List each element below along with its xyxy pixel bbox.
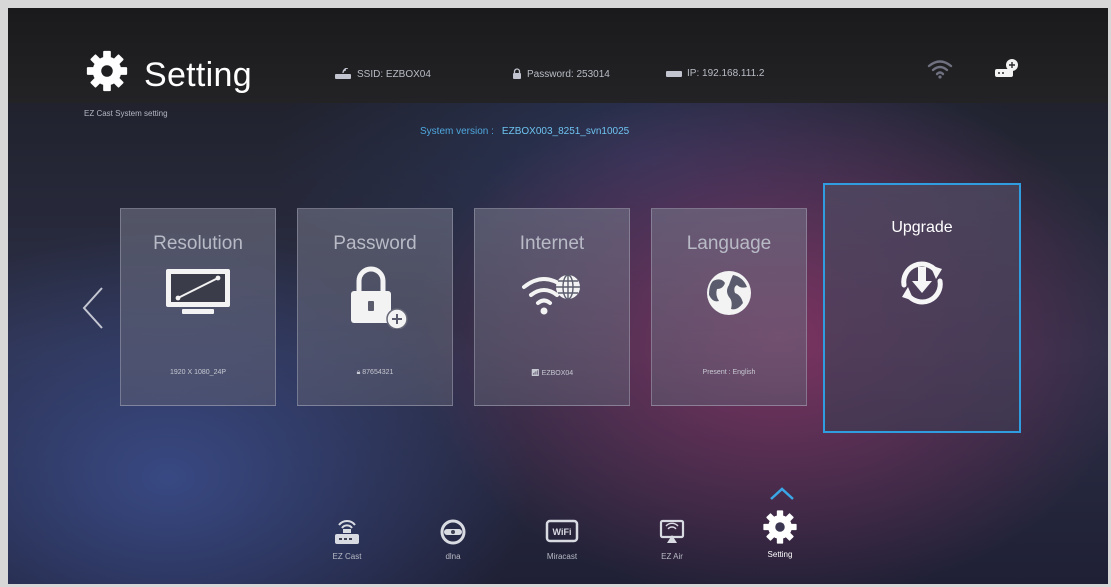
password-text: Password: 253014 [527,68,610,80]
upgrade-icon [901,261,943,305]
ssid-text: SSID: EZBOX04 [357,68,431,80]
dock-ez-air[interactable]: EZ Air [642,506,702,561]
card-title: Password [333,233,417,254]
chevron-up-icon [770,487,794,500]
dlna-icon [440,519,466,545]
card-value: 🔒︎ 87654321 [298,369,452,377]
dock-dlna[interactable]: dlna [423,506,483,561]
wifi-globe-icon [522,274,580,315]
ip-text: IP: 192.168.111.2 [687,68,765,79]
dock-ez-cast[interactable]: EZ Cast [317,506,377,561]
system-version: System version : EZBOX003_8251_svn10025 [420,126,629,137]
card-title: Resolution [153,233,243,254]
wifi-icon: 📶︎ [530,370,540,377]
ip-status: IP: 192.168.111.2 [666,68,764,79]
card-title: Internet [519,233,585,254]
chevron-left-icon[interactable] [80,286,106,330]
router-icon [335,520,359,544]
ssid-status: SSID: EZBOX04 [334,68,431,80]
dock-miracast[interactable]: WiFi Miracast [532,506,592,561]
wifi-icon [927,60,953,79]
card-value-text: EZBOX04 [541,370,574,377]
monitor-icon [166,269,230,314]
dock-label: dlna [445,552,461,561]
version-value: EZBOX003_8251_svn10025 [501,126,630,137]
card-title: Upgrade [891,219,953,236]
dock-setting[interactable]: Setting [750,506,810,559]
internet-card[interactable]: Internet 📶︎ EZBOX04 [474,208,630,406]
lock-icon [351,266,408,329]
svg-text:WiFi: WiFi [553,527,572,537]
dock-label: Miracast [546,552,578,561]
lock-icon [513,68,521,79]
card-value-text: 87654321 [362,369,394,376]
cast-router-icon [995,59,1018,77]
gear-icon [763,510,797,544]
screen: Setting EZ Cast System setting SSID: EZB… [8,8,1108,584]
card-title: Language [686,233,772,254]
router-icon [335,68,351,79]
globe-icon [707,271,751,315]
lock-icon: 🔒︎ [356,369,361,376]
card-value: 📶︎ EZBOX04 [475,369,629,377]
version-label: System version : [420,126,494,137]
upgrade-card[interactable]: Upgrade [823,183,1021,433]
dock-label: EZ Cast [332,552,362,561]
miracast-icon: WiFi [545,519,579,543]
gear-icon [86,50,128,92]
airplay-icon [659,519,685,543]
language-card[interactable]: Language Present : English [651,208,807,406]
dock-label: Setting [767,550,793,559]
card-value: Present : English [702,369,756,376]
resolution-card[interactable]: Resolution 1920 X 1080_24P [120,208,276,406]
password-card[interactable]: Password 🔒︎ 87654321 [297,208,453,406]
card-value: 1920 X 1080_24P [169,369,227,376]
page-subtitle: EZ Cast System setting [84,109,168,118]
network-icon [666,70,682,77]
page-title: Setting [144,56,252,94]
password-status: Password: 253014 [512,68,610,80]
dock-label: EZ Air [661,552,683,561]
